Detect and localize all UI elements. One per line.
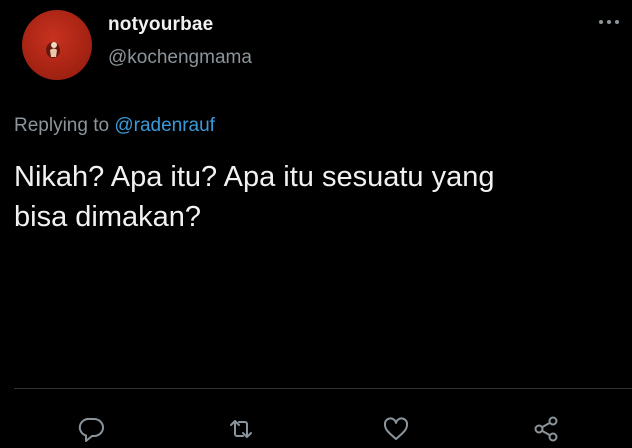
avatar-figure-icon: [46, 42, 60, 58]
retweet-icon[interactable]: [226, 414, 256, 444]
tweet: notyourbae @kochengmama Replying to @rad…: [0, 0, 632, 448]
display-name[interactable]: notyourbae: [108, 14, 213, 36]
reply-icon[interactable]: [77, 414, 107, 444]
tweet-text: Nikah? Apa itu? Apa itu sesuatu yang bis…: [14, 161, 495, 233]
divider: [14, 388, 632, 389]
user-handle[interactable]: @kochengmama: [108, 47, 252, 69]
more-horizontal-icon[interactable]: [596, 14, 622, 30]
mention-link[interactable]: @radenrauf: [114, 115, 215, 136]
replying-to: Replying to @radenrauf: [14, 115, 215, 137]
avatar[interactable]: [22, 10, 92, 80]
replying-to-label: Replying to: [14, 115, 115, 136]
heart-icon[interactable]: [381, 414, 411, 444]
share-icon[interactable]: [531, 414, 561, 444]
